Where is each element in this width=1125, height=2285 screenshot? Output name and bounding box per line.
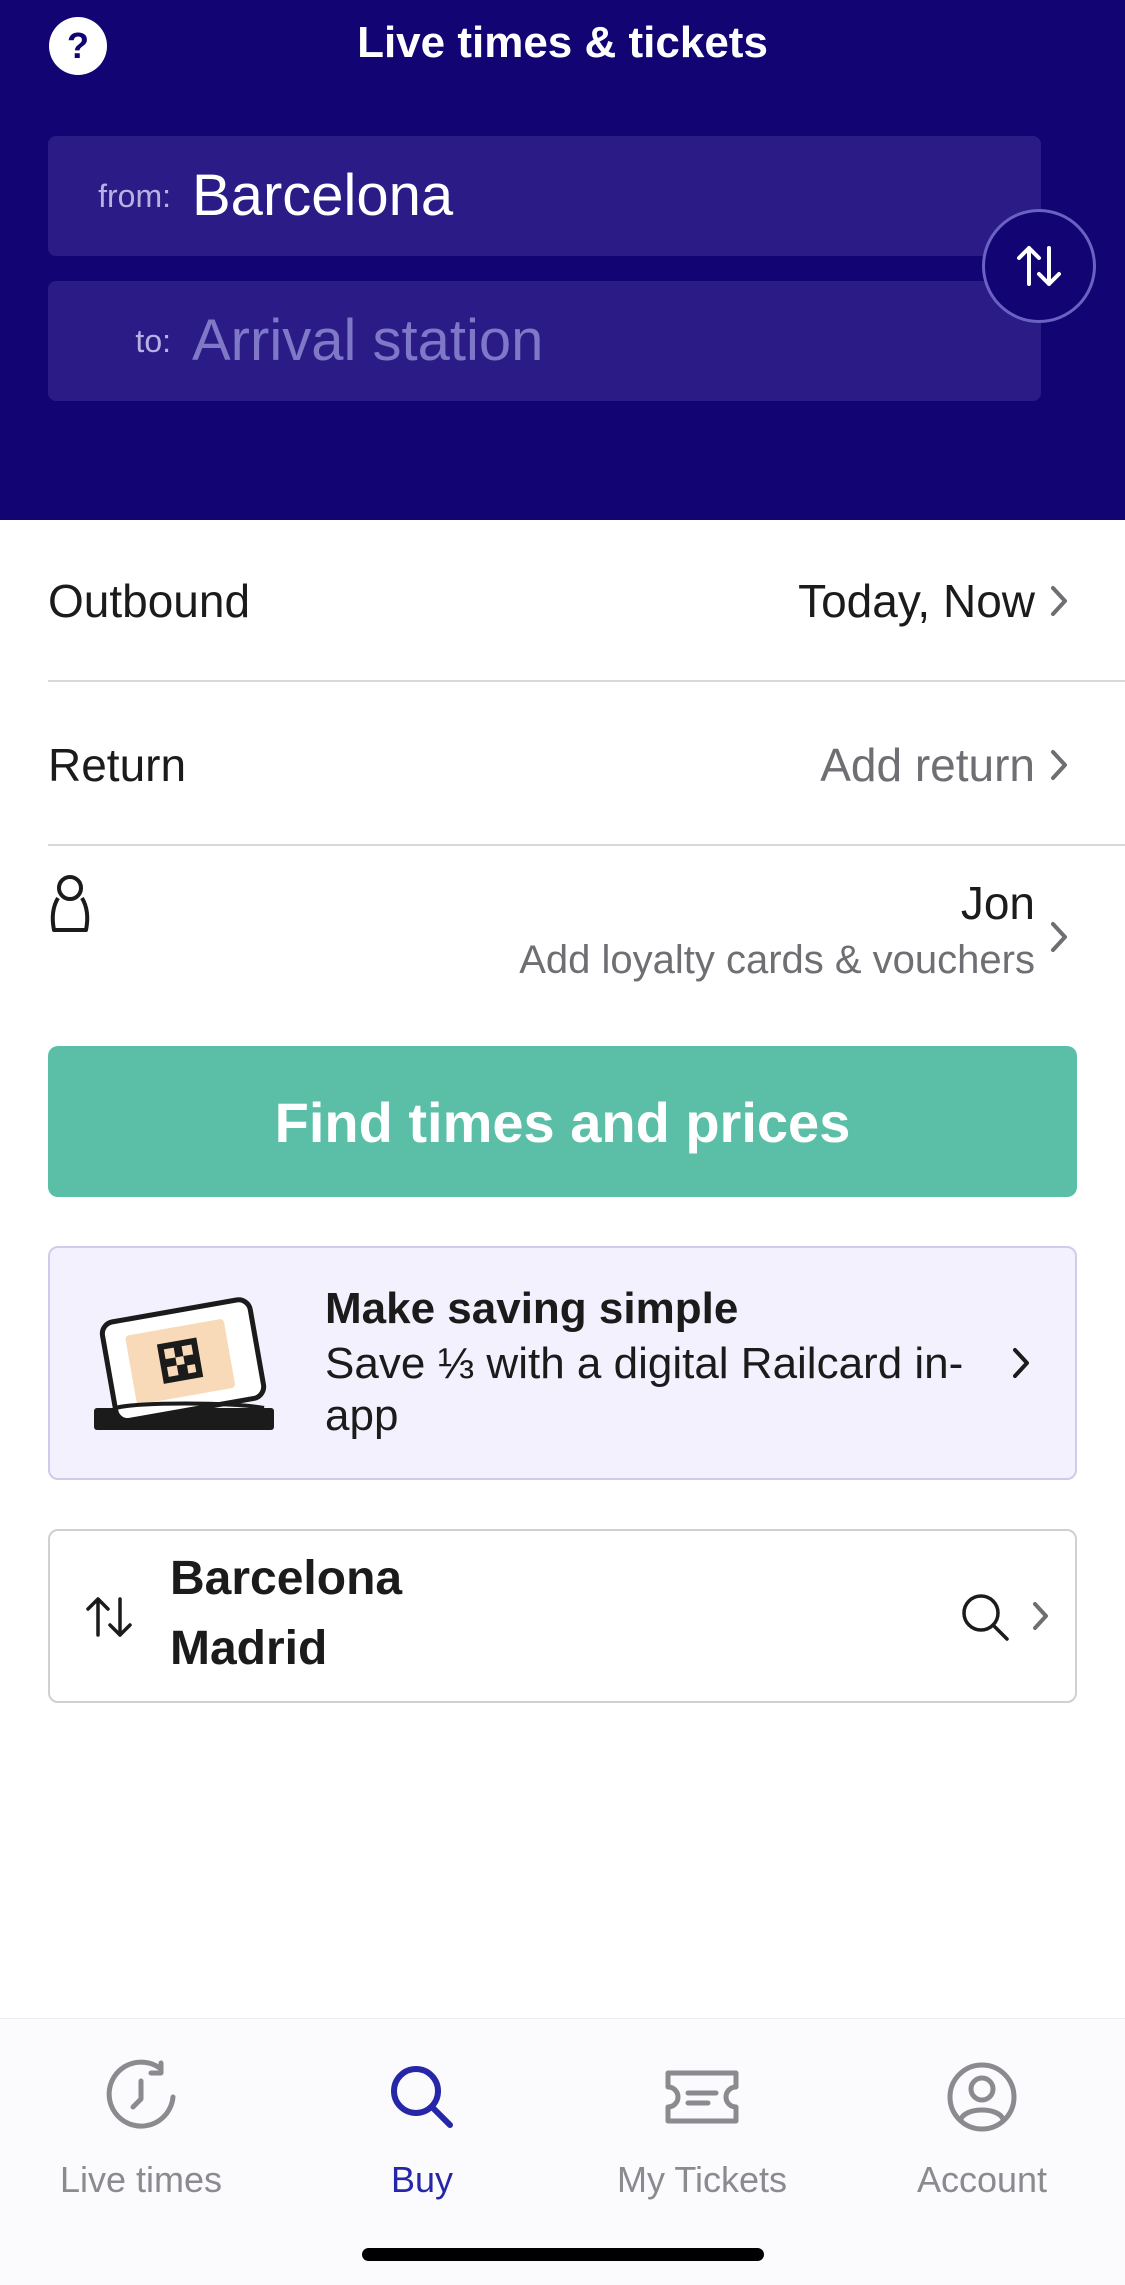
outbound-row[interactable]: Outbound Today, Now (48, 520, 1125, 682)
to-label: to: (135, 323, 171, 359)
passenger-row[interactable]: Jon Add loyalty cards & vouchers (48, 846, 1125, 1026)
search-icon (962, 1594, 1009, 1641)
tab-bar: Live times Buy My Tickets Account (0, 2018, 1125, 2285)
return-label: Return (48, 739, 187, 791)
tab-live-times[interactable]: Live times (21, 2059, 261, 2209)
home-indicator (362, 2248, 764, 2261)
promo-title: Make saving simple (325, 1284, 739, 1333)
outbound-value: Today, Now (798, 575, 1035, 627)
tab-account[interactable]: Account (862, 2059, 1102, 2209)
to-station-field[interactable]: to: Arrival station (48, 281, 1041, 401)
search-icon (391, 2066, 453, 2128)
loyalty-cards-link: Add loyalty cards & vouchers (519, 938, 1035, 982)
tab-buy[interactable]: Buy (302, 2059, 542, 2209)
swap-arrows-icon (86, 1597, 132, 1637)
ticket-icon (665, 2070, 739, 2124)
tab-label: Live times (59, 2159, 223, 2200)
recent-search-card[interactable]: Barcelona Madrid (48, 1529, 1077, 1703)
tab-label: My Tickets (616, 2159, 787, 2200)
tab-my-tickets[interactable]: My Tickets (582, 2059, 822, 2209)
return-row[interactable]: Return Add return (48, 684, 1125, 846)
railcard-phone-icon (94, 1297, 274, 1430)
recent-to-station: Madrid (170, 1622, 328, 1675)
from-station-field[interactable]: from: Barcelona (48, 136, 1041, 256)
recent-from-station: Barcelona (170, 1552, 403, 1605)
swap-stations-button[interactable] (982, 209, 1096, 323)
tab-label: Buy (390, 2159, 454, 2200)
swap-vertical-icon (1017, 246, 1061, 286)
promo-text: Save ⅓ with a digital Railcard in-app (325, 1339, 964, 1440)
find-times-button[interactable]: Find times and prices (48, 1046, 1077, 1197)
return-value: Add return (820, 739, 1035, 791)
chevron-right-icon (1013, 1348, 1029, 1378)
chevron-right-icon (1051, 586, 1067, 616)
person-icon (50, 875, 90, 932)
chevron-right-icon (1051, 922, 1067, 952)
from-label: from: (98, 178, 171, 214)
passenger-name: Jon (960, 877, 1035, 929)
from-value: Barcelona (192, 163, 454, 228)
header (0, 0, 1125, 520)
to-placeholder: Arrival station (192, 308, 544, 373)
outbound-label: Outbound (48, 575, 251, 627)
chevron-right-icon (1033, 1602, 1048, 1630)
page-title: Live times & tickets (357, 18, 768, 67)
clock-refresh-icon (106, 2059, 176, 2129)
railcard-promo-card[interactable]: Make saving simple Save ⅓ with a digital… (48, 1246, 1077, 1480)
chevron-right-icon (1051, 750, 1067, 780)
tab-label: Account (916, 2159, 1048, 2200)
user-circle-icon (947, 2062, 1017, 2132)
